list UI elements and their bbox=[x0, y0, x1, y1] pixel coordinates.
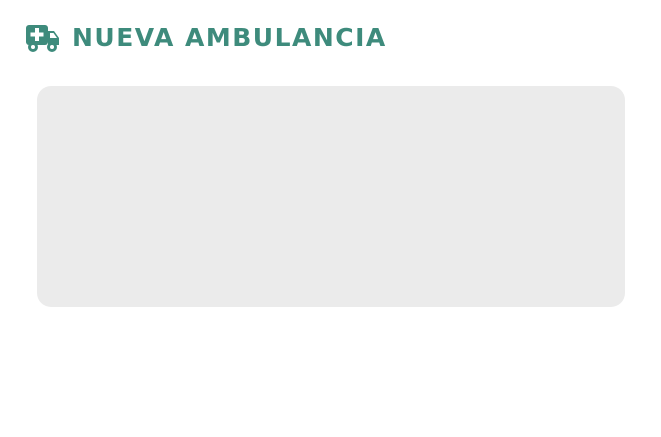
page-header: NUEVA AMBULANCIA bbox=[26, 20, 387, 56]
page-title: NUEVA AMBULANCIA bbox=[72, 23, 387, 52]
ambulance-icon bbox=[26, 23, 60, 53]
content-panel bbox=[37, 86, 625, 307]
